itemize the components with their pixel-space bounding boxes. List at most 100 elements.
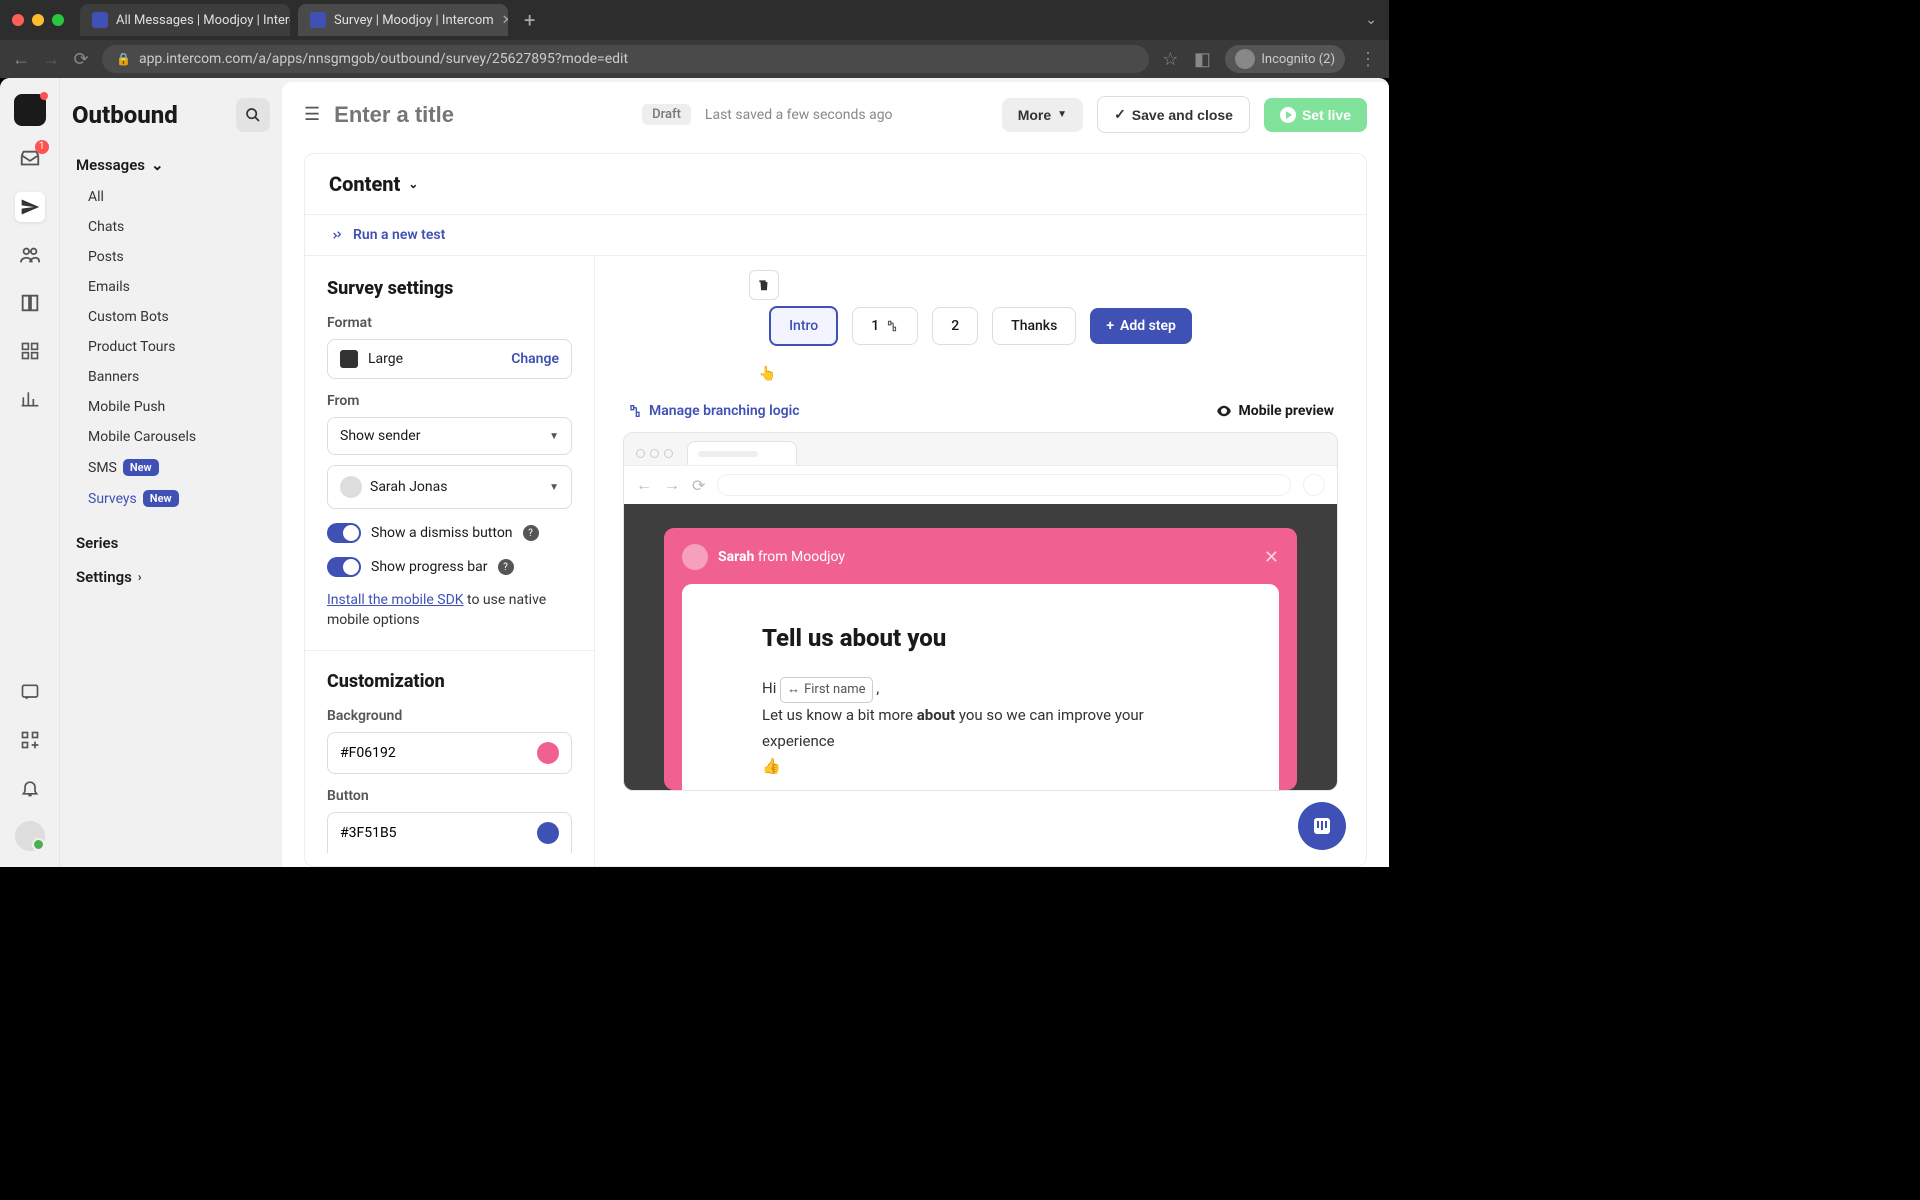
sidebar-item-banners[interactable]: Banners — [72, 362, 270, 392]
hamburger-icon[interactable]: ☰ — [304, 104, 320, 125]
apps-rail-icon[interactable] — [15, 336, 45, 366]
kebab-menu-icon[interactable]: ⋮ — [1359, 50, 1377, 68]
sidebar-item-sms[interactable]: SMS New — [72, 452, 270, 483]
inbox-rail-icon[interactable]: 1 — [15, 144, 45, 174]
browser-tab-1[interactable]: Survey | Moodjoy | Intercom ✕ — [298, 4, 508, 36]
install-sdk-link[interactable]: Install the mobile SDK — [327, 592, 464, 608]
tab-title: All Messages | Moodjoy | Interc — [116, 13, 290, 28]
step-intro[interactable]: Intro — [769, 306, 838, 346]
sender-person-select[interactable]: Sarah Jonas ▼ — [327, 465, 572, 509]
close-window-icon[interactable] — [12, 14, 24, 26]
url-bar[interactable]: 🔒 app.intercom.com/a/apps/nnsgmgob/outbo… — [102, 45, 1149, 73]
progress-toggle[interactable] — [327, 557, 361, 577]
content-section-toggle[interactable]: Content ⌄ — [305, 154, 1366, 214]
sender-mode-select[interactable]: Show sender ▼ — [327, 417, 572, 455]
star-icon[interactable]: ☆ — [1161, 50, 1179, 68]
survey-settings-title: Survey settings — [327, 278, 572, 299]
reload-icon[interactable]: ⟳ — [72, 50, 90, 68]
survey-content[interactable]: Tell us about you Hi ↔First name , Let u… — [682, 584, 1279, 790]
minimize-window-icon[interactable] — [32, 14, 44, 26]
help-icon[interactable]: ? — [498, 559, 514, 575]
save-and-close-button[interactable]: ✓ Save and close — [1097, 96, 1250, 133]
plus-icon: + — [1106, 318, 1114, 334]
dismiss-label: Show a dismiss button — [371, 525, 513, 541]
outbound-rail-icon[interactable] — [15, 192, 45, 222]
messenger-rail-icon[interactable] — [15, 677, 45, 707]
content-card: Content ⌄ Run a new test Survey settings… — [304, 153, 1367, 867]
background-color-input[interactable] — [327, 732, 572, 774]
maximize-window-icon[interactable] — [52, 14, 64, 26]
step-2[interactable]: 2 — [932, 307, 978, 345]
preview-panel: Intro 1 2 Thanks + Add step 👆 — [595, 256, 1366, 866]
url-text: app.intercom.com/a/apps/nnsgmgob/outboun… — [139, 51, 628, 67]
back-icon[interactable]: ← — [12, 50, 30, 68]
survey-card: Sarah from Moodjoy ✕ Tell us about you H… — [664, 528, 1297, 790]
more-button[interactable]: More ▼ — [1002, 98, 1083, 132]
browser-tab-strip: All Messages | Moodjoy | Interc ✕ Survey… — [0, 0, 1389, 40]
sidebar-item-product-tours[interactable]: Product Tours — [72, 332, 270, 362]
survey-sender-name: Sarah — [718, 549, 754, 565]
variable-name: First name — [804, 679, 865, 701]
forward-icon[interactable]: → — [42, 50, 60, 68]
add-step-button[interactable]: + Add step — [1090, 308, 1192, 344]
chevron-down-icon[interactable]: ⌄ — [1365, 12, 1377, 28]
app-store-rail-icon[interactable] — [15, 725, 45, 755]
messages-group-toggle[interactable]: Messages ⌄ — [72, 148, 270, 182]
sidebar-item-mobile-push[interactable]: Mobile Push — [72, 392, 270, 422]
step-1[interactable]: 1 — [852, 307, 918, 345]
run-test-link[interactable]: Run a new test — [305, 214, 1366, 256]
reports-rail-icon[interactable] — [15, 384, 45, 414]
variable-chip[interactable]: ↔First name — [780, 677, 872, 703]
survey-close-icon[interactable]: ✕ — [1264, 547, 1279, 568]
mock-dot-icon — [664, 449, 673, 458]
sidebar-item-posts[interactable]: Posts — [72, 242, 270, 272]
sidebar-item-custom-bots[interactable]: Custom Bots — [72, 302, 270, 332]
new-badge: New — [143, 490, 179, 507]
button-color-input[interactable] — [327, 812, 572, 853]
from-label: From — [327, 393, 572, 409]
tab-close-icon[interactable]: ✕ — [502, 13, 508, 28]
sidebar-item-mobile-carousels[interactable]: Mobile Carousels — [72, 422, 270, 452]
sidebar: Outbound Messages ⌄ All Chats Posts Emai… — [60, 78, 282, 867]
new-tab-button[interactable]: + — [516, 8, 543, 32]
background-label: Background — [327, 708, 572, 724]
set-live-button[interactable]: Set live — [1264, 98, 1367, 132]
sidebar-item-surveys[interactable]: Surveys New — [72, 483, 270, 514]
sidebar-item-series[interactable]: Series — [72, 526, 270, 560]
sidebar-item-settings[interactable]: Settings › — [72, 560, 270, 594]
dismiss-toggle[interactable] — [327, 523, 361, 543]
intercom-launcher[interactable] — [1298, 802, 1346, 850]
sidebar-item-emails[interactable]: Emails — [72, 272, 270, 302]
incognito-badge[interactable]: Incognito (2) — [1225, 45, 1345, 73]
browser-tab-0[interactable]: All Messages | Moodjoy | Interc ✕ — [80, 4, 290, 36]
app-logo-icon[interactable] — [14, 94, 46, 126]
mock-reload-icon: ⟳ — [692, 476, 705, 495]
step-thanks[interactable]: Thanks — [992, 307, 1076, 345]
extensions-icon[interactable]: ◧ — [1193, 50, 1211, 68]
survey-title-input[interactable] — [334, 102, 628, 128]
manage-branching-link[interactable]: Manage branching logic — [627, 402, 800, 420]
background-hex-field[interactable] — [340, 745, 537, 761]
search-button[interactable] — [236, 98, 270, 132]
button-swatch-icon[interactable] — [537, 822, 559, 844]
mobile-preview-toggle[interactable]: Mobile preview — [1215, 402, 1334, 420]
survey-about: about — [917, 706, 955, 724]
chevron-down-icon: ⌄ — [151, 156, 164, 174]
main-panel: ☰ Draft Last saved a few seconds ago Mor… — [282, 82, 1389, 867]
contacts-rail-icon[interactable] — [15, 240, 45, 270]
live-label: Set live — [1302, 107, 1351, 123]
format-selector: Large Change — [327, 339, 572, 379]
background-swatch-icon[interactable] — [537, 742, 559, 764]
change-format-link[interactable]: Change — [511, 351, 559, 367]
help-icon[interactable]: ? — [523, 525, 539, 541]
save-label: Save and close — [1132, 107, 1233, 123]
sidebar-item-chats[interactable]: Chats — [72, 212, 270, 242]
articles-rail-icon[interactable] — [15, 288, 45, 318]
button-hex-field[interactable] — [340, 825, 537, 841]
survey-sender-from: from Moodjoy — [754, 549, 845, 565]
delete-step-button[interactable] — [749, 270, 779, 300]
mock-dot-icon — [636, 449, 645, 458]
user-avatar[interactable] — [15, 821, 45, 851]
sidebar-item-all[interactable]: All — [72, 182, 270, 212]
notifications-rail-icon[interactable] — [15, 773, 45, 803]
